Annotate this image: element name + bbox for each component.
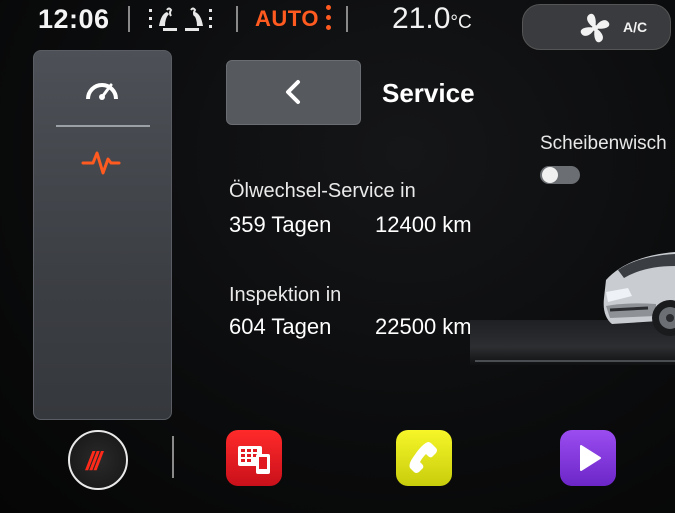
back-button[interactable] [226, 60, 361, 125]
dialpad-app-button[interactable] [226, 430, 282, 486]
infotainment-screen: 12:06 AUTO 21.0°C A/C Service Scheibenwi… [0, 0, 675, 513]
brand-menu-icon: /// [86, 446, 102, 476]
oil-service-km: 12400 km [375, 212, 472, 237]
wiper-setting-label: Scheibenwisch [540, 133, 667, 154]
climate-level-indicator [326, 5, 332, 33]
fan-icon [580, 13, 610, 43]
oil-service-label: Ölwechsel-Service in [229, 180, 416, 202]
inspection-label: Inspektion in [229, 284, 342, 306]
sidebar-divider [56, 125, 150, 127]
status-divider [236, 6, 238, 32]
inspection-km: 22500 km [375, 314, 472, 339]
inspection-days: 604 Tagen [229, 314, 332, 339]
chevron-left-icon [286, 80, 300, 104]
ac-button[interactable]: A/C [522, 4, 671, 50]
temperature-unit: °C [450, 12, 472, 33]
climate-auto-label[interactable]: AUTO [255, 6, 319, 32]
wiper-toggle[interactable] [540, 166, 580, 184]
car-stage-line [475, 360, 675, 362]
temperature-display[interactable]: 21.0°C [392, 2, 472, 36]
seat-heating-icon[interactable] [147, 6, 217, 34]
dock-divider [172, 436, 174, 478]
status-bar: 12:06 AUTO 21.0°C A/C [0, 0, 675, 50]
status-divider [346, 6, 348, 32]
gauge-icon[interactable] [84, 75, 120, 103]
phone-icon [409, 442, 437, 473]
phone-app-button[interactable] [396, 430, 452, 486]
ac-label: A/C [623, 19, 648, 35]
oil-service-days: 359 Tagen [229, 212, 332, 237]
pulse-icon[interactable] [81, 147, 121, 177]
page-title: Service [382, 78, 475, 108]
temperature-value: 21.0 [392, 2, 451, 35]
clock: 12:06 [38, 4, 110, 34]
vehicle-menu-sidebar [33, 50, 172, 420]
dialpad-icon [238, 446, 270, 474]
status-divider [128, 6, 130, 32]
media-play-icon [580, 445, 601, 471]
toggle-knob [542, 167, 558, 183]
car-illustration [603, 252, 675, 336]
media-app-button[interactable] [560, 430, 616, 486]
main-menu-button[interactable]: /// [68, 430, 128, 490]
